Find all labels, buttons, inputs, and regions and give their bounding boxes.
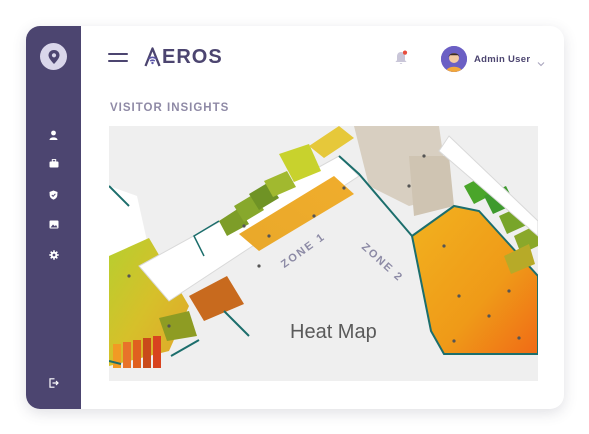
brand-name: EROS [162, 45, 223, 68]
briefcase-icon[interactable] [48, 158, 59, 169]
hamburger-menu-button[interactable] [108, 53, 128, 63]
image-icon[interactable] [48, 219, 59, 230]
user-name: Admin User [474, 53, 531, 65]
section-title: VISITOR INSIGHTS [110, 102, 230, 114]
brand-logo[interactable]: EROS [144, 46, 223, 68]
brand-a-wifi-icon [144, 47, 161, 67]
location-pin-logo-icon[interactable] [40, 43, 67, 70]
map-title: Heat Map [290, 321, 377, 343]
gear-icon[interactable] [48, 249, 59, 260]
user-icon[interactable] [48, 129, 59, 140]
main-area: EROS Admin User VISITOR INSIGHTS ZONE 1 … [81, 26, 564, 409]
sidebar [26, 26, 81, 409]
heat-map[interactable]: ZONE 1 ZONE 2 Heat Map [109, 126, 538, 381]
user-menu[interactable]: Admin User [441, 46, 545, 72]
notification-bell-icon[interactable] [394, 50, 408, 66]
logout-icon[interactable] [48, 377, 59, 388]
app-card: EROS Admin User VISITOR INSIGHTS ZONE 1 … [26, 26, 564, 409]
shield-icon[interactable] [48, 189, 59, 200]
avatar [441, 46, 467, 72]
chevron-down-icon [537, 55, 545, 67]
